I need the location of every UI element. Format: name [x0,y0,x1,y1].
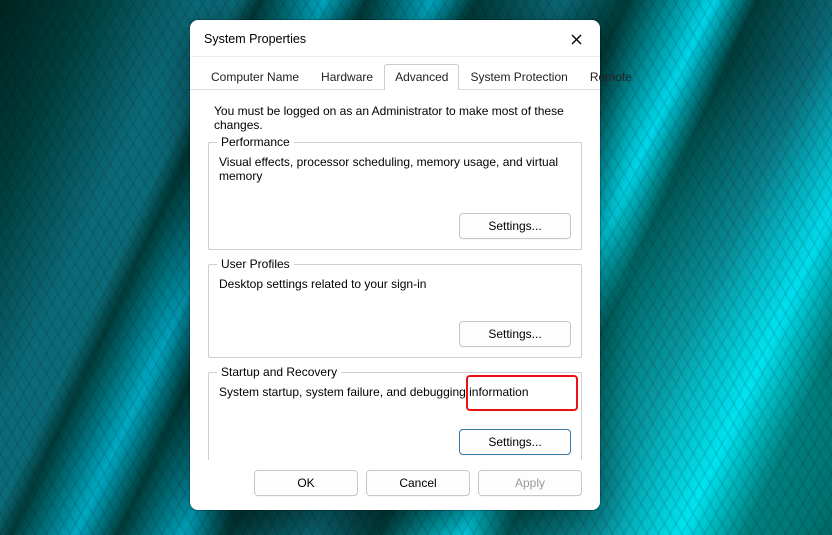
tab-hardware[interactable]: Hardware [310,64,384,90]
tab-row: Computer Name Hardware Advanced System P… [190,57,600,90]
group-user-profiles: User Profiles Desktop settings related t… [208,264,582,358]
group-startup-recovery-desc: System startup, system failure, and debu… [219,385,571,399]
ok-button[interactable]: OK [254,470,358,496]
tab-system-protection[interactable]: System Protection [459,64,578,90]
admin-note: You must be logged on as an Administrato… [214,104,580,132]
group-user-profiles-legend: User Profiles [217,257,294,271]
group-performance-legend: Performance [217,135,294,149]
desktop-wallpaper: System Properties Computer Name Hardware… [0,0,832,535]
window-title: System Properties [204,32,306,46]
close-button[interactable] [562,28,590,50]
group-performance: Performance Visual effects, processor sc… [208,142,582,250]
tab-remote[interactable]: Remote [579,64,643,90]
group-startup-recovery: Startup and Recovery System startup, sys… [208,372,582,460]
group-user-profiles-desc: Desktop settings related to your sign-in [219,277,571,291]
group-performance-desc: Visual effects, processor scheduling, me… [219,155,571,183]
tab-computer-name[interactable]: Computer Name [200,64,310,90]
apply-button[interactable]: Apply [478,470,582,496]
cancel-button[interactable]: Cancel [366,470,470,496]
tab-content-advanced: You must be logged on as an Administrato… [190,90,600,460]
system-properties-dialog: System Properties Computer Name Hardware… [190,20,600,510]
close-icon [571,34,582,45]
group-startup-recovery-legend: Startup and Recovery [217,365,341,379]
startup-recovery-settings-button[interactable]: Settings... [459,429,571,455]
user-profiles-settings-button[interactable]: Settings... [459,321,571,347]
titlebar: System Properties [190,20,600,57]
performance-settings-button[interactable]: Settings... [459,213,571,239]
dialog-button-row: OK Cancel Apply [190,460,600,510]
tab-advanced[interactable]: Advanced [384,64,459,90]
